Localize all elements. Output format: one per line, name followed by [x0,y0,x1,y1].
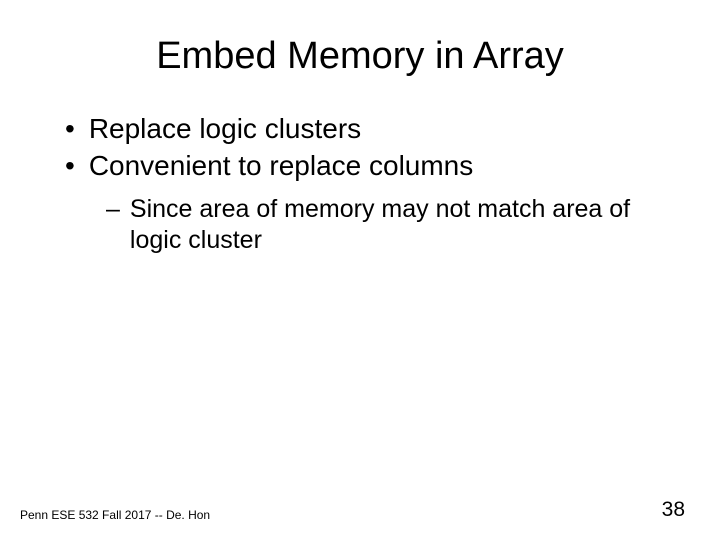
bullet-text: Convenient to replace columns [89,150,473,182]
page-number: 38 [662,498,685,522]
bullet-marker-icon: • [65,113,75,145]
bullet-level2-1: – Since area of memory may not match are… [106,194,670,257]
slide-container: Embed Memory in Array • Replace logic cl… [0,0,720,540]
bullet-marker-icon: • [65,150,75,182]
slide-title: Embed Memory in Array [50,35,670,78]
bullet-level1-2: • Convenient to replace columns [60,150,670,182]
bullet-level1-1: • Replace logic clusters [60,113,670,145]
slide-content: • Replace logic clusters • Convenient to… [50,113,670,257]
bullet-text: Replace logic clusters [89,113,361,145]
dash-marker-icon: – [106,194,120,257]
footer-source: Penn ESE 532 Fall 2017 -- De. Hon [20,508,210,522]
bullet-text: Since area of memory may not match area … [130,194,660,257]
